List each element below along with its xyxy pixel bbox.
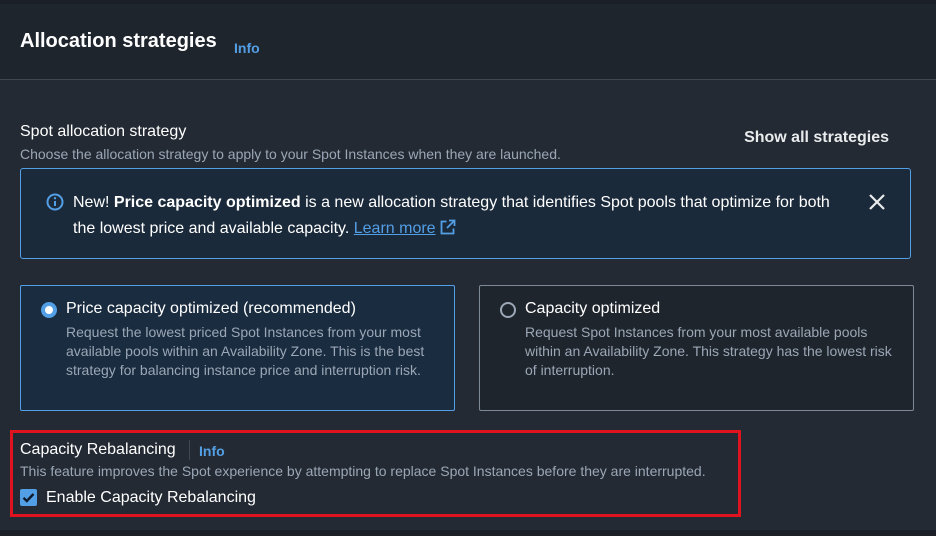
page-title: Allocation strategies [20, 30, 217, 52]
info-circle-icon [46, 193, 64, 211]
tile-price-capacity-optimized[interactable]: Price capacity optimized (recommended) R… [20, 285, 455, 411]
enable-rebalancing-label[interactable]: Enable Capacity Rebalancing [46, 489, 256, 507]
learn-more-link[interactable]: Learn more [354, 220, 436, 237]
close-icon[interactable] [868, 193, 886, 211]
radio-selected[interactable] [41, 302, 57, 318]
capacity-rebalancing-label: Capacity Rebalancing [20, 441, 176, 458]
enable-rebalancing-checkbox[interactable] [20, 489, 37, 506]
capacity-rebalancing-description: This feature improves the Spot experienc… [20, 463, 706, 479]
header-info-link[interactable]: Info [234, 40, 260, 56]
info-alert: New! Price capacity optimized is a new a… [20, 168, 911, 259]
allocation-strategies-panel: Allocation strategies Info Spot allocati… [0, 0, 936, 536]
external-link-icon[interactable] [440, 219, 456, 235]
tile-title: Price capacity optimized (recommended) [66, 300, 356, 317]
show-all-strategies-link[interactable]: Show all strategies [744, 129, 889, 147]
rebalancing-info-link[interactable]: Info [199, 443, 225, 459]
panel-header: Allocation strategies Info [0, 4, 936, 80]
tile-title: Capacity optimized [525, 300, 661, 317]
checkmark-icon [22, 493, 35, 503]
label-divider [189, 440, 190, 460]
tile-description: Request the lowest priced Spot Instances… [66, 324, 425, 378]
alert-strategy-name: Price capacity optimized [113, 194, 301, 211]
bottom-divider [0, 530, 936, 536]
tile-description: Request Spot Instances from your most av… [525, 324, 892, 378]
alert-prefix: New! [73, 194, 114, 211]
spot-strategy-description: Choose the allocation strategy to apply … [20, 146, 561, 162]
tile-capacity-optimized[interactable]: Capacity optimized Request Spot Instance… [479, 285, 914, 411]
spot-strategy-label: Spot allocation strategy [20, 123, 187, 140]
alert-message: New! Price capacity optimized is a new a… [73, 190, 853, 242]
radio-unselected[interactable] [500, 302, 516, 318]
